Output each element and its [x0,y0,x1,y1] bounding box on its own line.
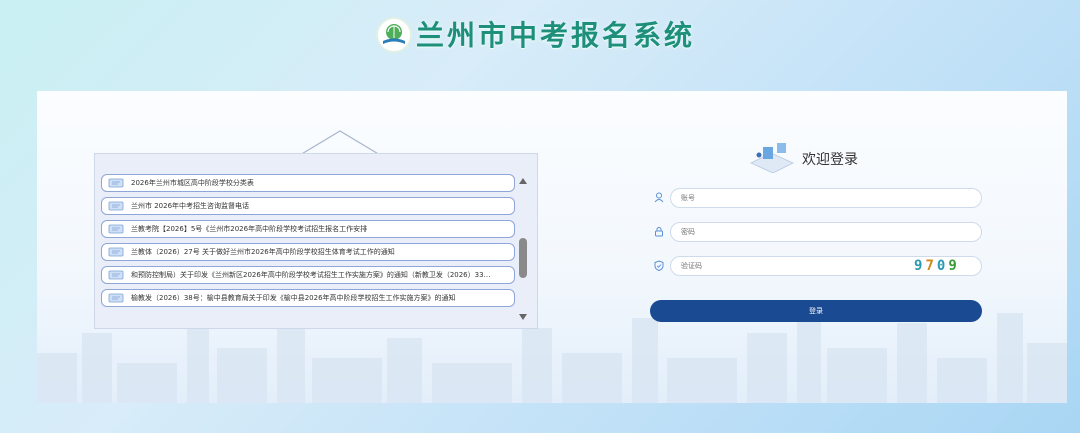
notice-item[interactable]: 榆教发（2026）38号：榆中县教育局关于印发《榆中县2026年高中阶段学校招生… [101,289,515,307]
notice-item[interactable]: 和预防控制局）关于印发《兰州新区2026年高中阶段学校考试招生工作实施方案》的通… [101,266,515,284]
captcha-digit: 9 [914,258,926,274]
notice-text: 2026年兰州市城区高中阶段学校分类表 [131,179,254,187]
main-card: 2026年兰州市城区高中阶段学校分类表 兰州市 2026年中考招生咨询监督电话兰教… [37,91,1067,403]
notice-item[interactable]: 兰教体（2026）27号 关于做好兰州市2026年高中阶段学校招生体育考试工作的… [101,243,515,261]
document-icon [108,178,124,188]
notice-text: 兰教体（2026）27号 关于做好兰州市2026年高中阶段学校招生体育考试工作的… [131,248,395,256]
notice-item[interactable]: 兰教考院【2026】5号《兰州市2026年高中阶段学校考试招生报名工作安排 [101,220,515,238]
site-title: 兰州市中考报名系统 [416,19,696,52]
notice-item[interactable]: 2026年兰州市城区高中阶段学校分类表 [101,174,515,192]
account-input[interactable] [670,188,982,208]
document-icon [108,270,124,280]
notice-text: 和预防控制局）关于印发《兰州新区2026年高中阶段学校考试招生工作实施方案》的通… [131,271,491,279]
site-logo [376,17,412,53]
user-icon [654,192,664,203]
login-illustration-icon [750,143,794,173]
captcha-digit: 9 [948,258,960,274]
login-button[interactable]: 登录 [650,300,982,322]
lock-icon [655,227,663,237]
captcha-digit: 7 [925,258,937,274]
account-field [654,188,982,208]
password-input[interactable] [670,222,982,242]
scrollbar[interactable] [518,176,528,322]
document-icon [108,293,124,303]
captcha-digit: 0 [936,258,949,274]
shield-icon [654,260,664,271]
triangle-up-icon[interactable] [518,176,528,186]
notice-text: 榆教发（2026）38号：榆中县教育局关于印发《榆中县2026年高中阶段学校招生… [131,294,456,302]
scroll-thumb[interactable] [519,238,527,278]
notice-item[interactable]: 兰州市 2026年中考招生咨询监督电话 [101,197,515,215]
notice-text: 兰教考院【2026】5号《兰州市2026年高中阶段学校考试招生报名工作安排 [131,225,368,233]
triangle-down-icon[interactable] [518,312,528,322]
notice-list: 2026年兰州市城区高中阶段学校分类表 兰州市 2026年中考招生咨询监督电话兰教… [101,174,515,324]
book-globe-logo-icon [383,24,405,44]
document-icon [108,201,124,211]
header: 兰州市中考报名系统 [0,0,1080,70]
document-icon [108,224,124,234]
captcha-image[interactable]: 9709 [914,258,974,274]
password-field [654,222,982,242]
notice-text: 兰州市 2026年中考招生咨询监督电话 [131,202,250,210]
login-title: 欢迎登录 [802,152,858,168]
notice-board: 2026年兰州市城区高中阶段学校分类表 兰州市 2026年中考招生咨询监督电话兰教… [94,153,538,329]
document-icon [108,247,124,257]
